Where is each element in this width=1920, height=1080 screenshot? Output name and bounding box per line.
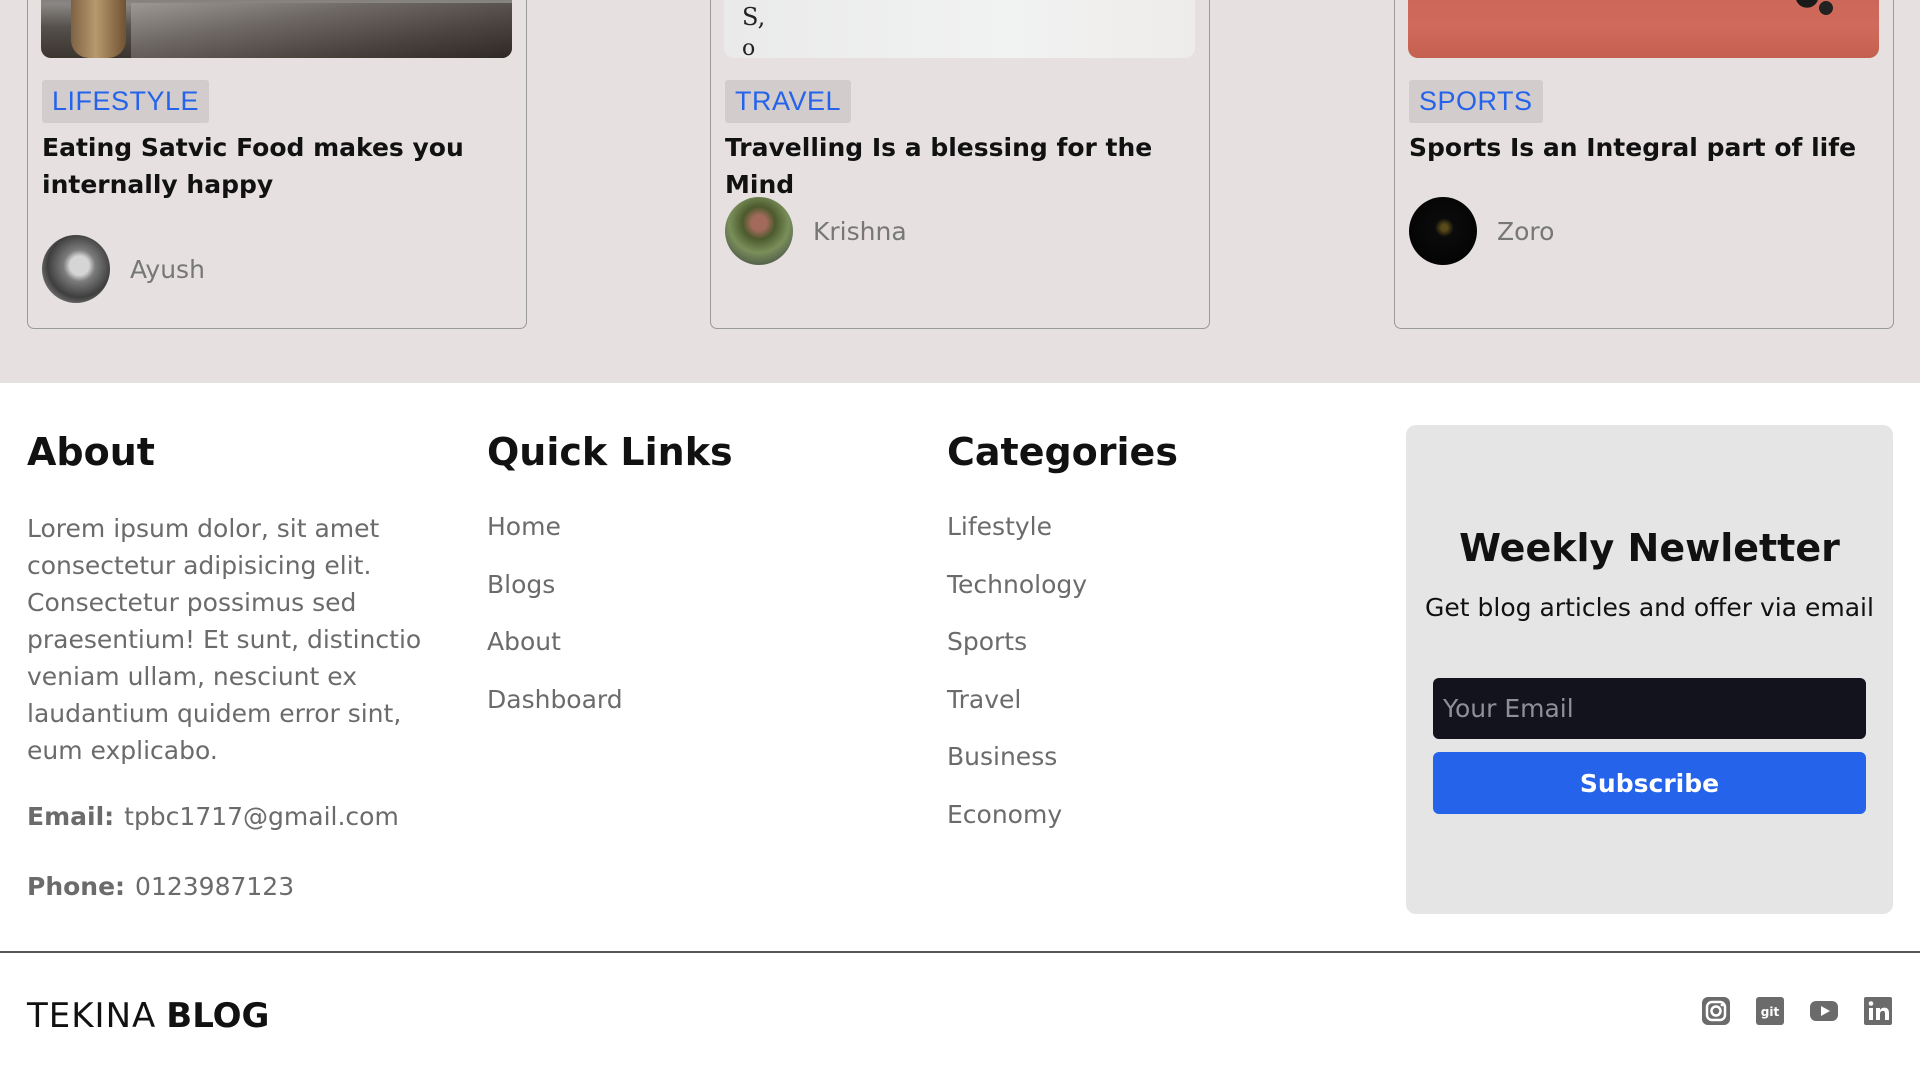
github-icon[interactable]: git [1755,996,1785,1026]
category-link-label[interactable]: Business [947,742,1057,771]
image-text: S, [742,3,766,31]
newsletter-title: Weekly Newletter [1459,526,1840,570]
subscribe-button[interactable]: Subscribe [1433,752,1866,814]
contact-phone: Phone: 0123987123 [27,872,294,901]
quick-link-about[interactable]: About [487,625,623,683]
email-label: Email: [27,802,115,831]
about-heading: About [27,430,155,474]
category-link-label[interactable]: Economy [947,800,1062,829]
phone-value[interactable]: 0123987123 [135,872,294,901]
avatar [725,197,793,265]
card-title[interactable]: Travelling Is a blessing for the Mind [725,129,1195,203]
author-name: Krishna [813,216,907,246]
footer-divider [0,951,1920,953]
category-link-technology[interactable]: Technology [947,568,1087,626]
quick-link-label[interactable]: Blogs [487,570,555,599]
brand-name-bold: BLOG [166,996,270,1036]
card-image[interactable] [41,0,512,58]
quick-links-list: Home Blogs About Dashboard [487,510,623,740]
newsletter-email-input[interactable] [1433,678,1866,739]
blog-card-sports[interactable]: SPORTS Sports Is an Integral part of lif… [1394,0,1894,329]
site-footer: About Lorem ipsum dolor, sit amet consec… [0,383,1920,1080]
card-image[interactable] [1408,0,1879,58]
newsletter-box: Weekly Newletter Get blog articles and o… [1406,425,1893,914]
avatar [1409,197,1477,265]
category-link-travel[interactable]: Travel [947,683,1087,741]
categories-heading: Categories [947,430,1178,474]
image-runner-shadow [1816,0,1836,23]
category-link-sports[interactable]: Sports [947,625,1087,683]
author-name: Ayush [130,254,205,284]
quick-link-home[interactable]: Home [487,510,623,568]
card-title[interactable]: Sports Is an Integral part of life [1409,129,1879,166]
category-link-label[interactable]: Technology [947,570,1087,599]
category-link-label[interactable]: Lifestyle [947,512,1052,541]
category-tag[interactable]: TRAVEL [725,80,852,123]
quick-link-blogs[interactable]: Blogs [487,568,623,626]
youtube-icon[interactable] [1809,996,1839,1026]
image-text-2: o [742,36,756,58]
email-value[interactable]: tpbc1717@gmail.com [124,802,399,831]
social-links: git [1701,996,1893,1026]
category-link-label[interactable]: Travel [947,685,1021,714]
quick-link-label[interactable]: About [487,627,561,656]
svg-text:git: git [1761,1005,1780,1019]
image-statue [71,0,126,58]
card-image[interactable]: S, o [724,0,1195,58]
linkedin-icon[interactable] [1863,996,1893,1026]
quick-link-dashboard[interactable]: Dashboard [487,683,623,741]
contact-email: Email: tpbc1717@gmail.com [27,802,399,831]
category-link-economy[interactable]: Economy [947,798,1087,856]
about-text: Lorem ipsum dolor, sit amet consectetur … [27,514,422,765]
card-author: Ayush [42,235,205,303]
blog-cards-section: LIFESTYLE Eating Satvic Food makes you i… [0,0,1920,383]
card-title[interactable]: Eating Satvic Food makes you internally … [42,129,512,203]
brand-name-light: TEKINA [27,996,157,1036]
brand-logo[interactable]: TEKINA BLOG [27,996,269,1036]
card-author: Zoro [1409,197,1554,265]
avatar [42,235,110,303]
author-name: Zoro [1497,216,1555,246]
category-link-label[interactable]: Sports [947,627,1027,656]
blog-card-travel[interactable]: S, o TRAVEL Travelling Is a blessing for… [710,0,1210,329]
instagram-icon[interactable] [1701,996,1731,1026]
quick-link-label[interactable]: Dashboard [487,685,623,714]
category-link-business[interactable]: Business [947,740,1087,798]
category-link-lifestyle[interactable]: Lifestyle [947,510,1087,568]
categories-list: Lifestyle Technology Sports Travel Busin… [947,510,1087,855]
phone-label: Phone: [27,872,126,901]
category-tag[interactable]: SPORTS [1409,80,1543,123]
quick-links-heading: Quick Links [487,430,733,474]
category-tag[interactable]: LIFESTYLE [42,80,210,123]
image-mountains [131,3,512,58]
quick-link-label[interactable]: Home [487,512,561,541]
card-author: Krishna [725,197,907,265]
blog-card-lifestyle[interactable]: LIFESTYLE Eating Satvic Food makes you i… [27,0,527,329]
newsletter-subtitle: Get blog articles and offer via email [1425,593,1874,622]
